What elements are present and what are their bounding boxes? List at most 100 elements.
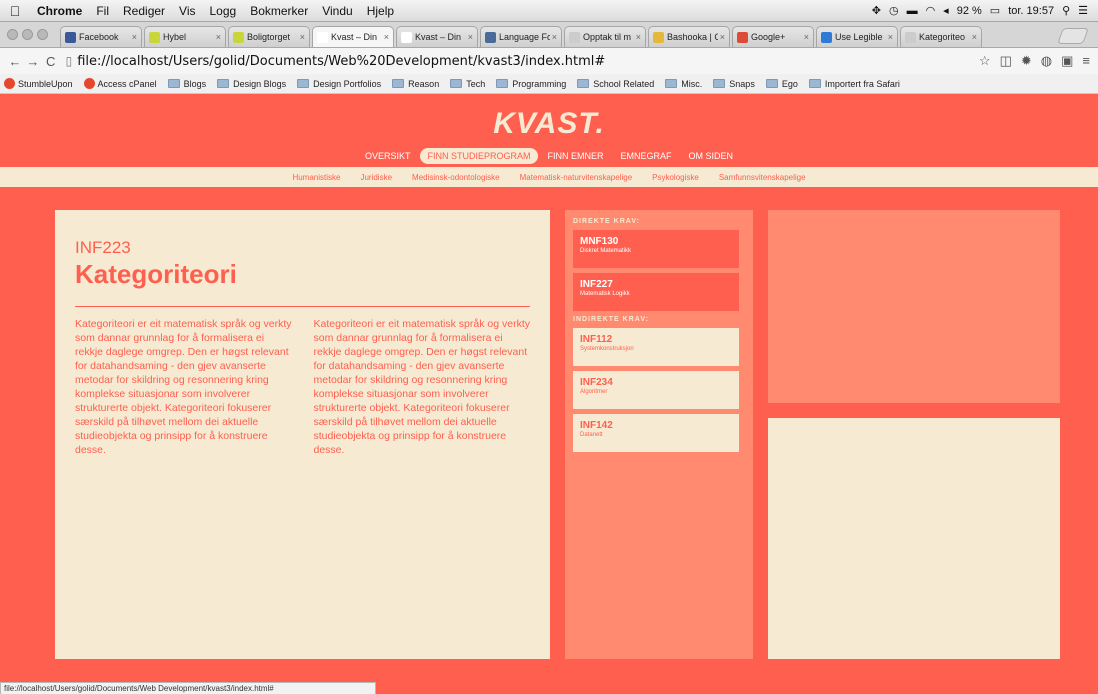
requirement-card[interactable]: INF142 Datanett — [573, 414, 739, 452]
folder-icon — [217, 79, 230, 88]
requirement-card[interactable]: INF234 Algoritmer — [573, 371, 739, 409]
bookmark-star-icon[interactable]: ☆ — [979, 53, 991, 69]
bookmark-item[interactable]: School Related — [577, 79, 654, 89]
folder-icon — [450, 79, 463, 88]
requirement-card[interactable]: INF112 Systemkonstruksjon — [573, 328, 739, 366]
nav-item[interactable]: EMNEGRAF — [614, 148, 679, 164]
subnav-item[interactable]: Samfunnsvitenskapelige — [719, 173, 806, 182]
menu-edit[interactable]: Rediger — [116, 4, 172, 18]
subnav-item[interactable]: Juridiske — [360, 173, 392, 182]
site-logo[interactable]: KVAST. — [0, 107, 1098, 141]
back-arrow-icon[interactable]: ← — [6, 54, 24, 69]
close-window-button[interactable] — [7, 29, 18, 40]
folder-icon — [665, 79, 678, 88]
browser-tab[interactable]: Kvast – Din × — [396, 26, 478, 47]
site-icon — [4, 78, 15, 89]
tab-close-icon[interactable]: × — [300, 32, 305, 42]
subnav-item[interactable]: Medisinsk-odontologiske — [412, 173, 500, 182]
toolbar-extensions: ☆ ◫ ✹ ◍ ▣ ≡ — [979, 53, 1098, 69]
browser-tab[interactable]: Facebook × — [60, 26, 142, 47]
nav-item[interactable]: FINN EMNER — [541, 148, 611, 164]
requirement-card[interactable]: MNF130 Diskret Matematikk — [573, 230, 739, 268]
browser-tab[interactable]: Boligtorget × — [228, 26, 310, 47]
clock[interactable]: tor. 19:57 — [1008, 5, 1054, 17]
bookmark-item[interactable]: StumbleUpon — [4, 78, 73, 89]
tab-close-icon[interactable]: × — [216, 32, 221, 42]
bookmark-item[interactable]: Access cPanel — [83, 78, 157, 89]
display-icon[interactable]: ▬ — [907, 5, 918, 17]
wifi-icon[interactable]: ◠ — [926, 4, 936, 17]
bookmark-item[interactable]: Design Blogs — [217, 79, 286, 89]
folder-icon — [392, 79, 405, 88]
tab-close-icon[interactable]: × — [888, 32, 893, 42]
notification-center-icon[interactable]: ☰ — [1078, 4, 1088, 17]
tab-close-icon[interactable]: × — [384, 32, 389, 42]
battery-percent[interactable]: 92 % — [957, 5, 982, 17]
image-extension-icon[interactable]: ▣ — [1061, 53, 1073, 69]
address-bar[interactable]: ▯ file://localhost/Users/golid/Documents… — [66, 51, 979, 71]
browser-tab[interactable]: Kategoriteo × — [900, 26, 982, 47]
subnav-item[interactable]: Matematisk-naturvitenskapelige — [520, 173, 633, 182]
tab-close-icon[interactable]: × — [132, 32, 137, 42]
nav-item[interactable]: OM SIDEN — [682, 148, 741, 164]
address-url: file://localhost/Users/golid/Documents/W… — [77, 53, 606, 69]
menu-history[interactable]: Logg — [203, 4, 244, 18]
tab-close-icon[interactable]: × — [804, 32, 809, 42]
forward-arrow-icon[interactable]: → — [24, 54, 42, 69]
bookmark-item[interactable]: Programming — [496, 79, 566, 89]
dropbox-icon[interactable]: ✥ — [872, 4, 881, 17]
browser-tab[interactable]: Language Fo × — [480, 26, 562, 47]
bookmark-label: Misc. — [681, 78, 703, 89]
bookmark-item[interactable]: Importert fra Safari — [808, 79, 900, 89]
menu-help[interactable]: Hjelp — [360, 4, 401, 18]
requirement-code: INF142 — [580, 420, 613, 431]
tab-close-icon[interactable]: × — [636, 32, 641, 42]
browser-tab[interactable]: Bashooka | C × — [648, 26, 730, 47]
bookmark-item[interactable]: Snaps — [713, 79, 755, 89]
menu-bookmarks[interactable]: Bokmerker — [243, 4, 315, 18]
subnav-item[interactable]: Humanistiske — [292, 173, 340, 182]
reload-icon[interactable]: C — [42, 54, 60, 69]
folder-icon — [297, 79, 310, 88]
requirement-title: Diskret Matematikk — [580, 248, 632, 254]
chrome-menu-icon[interactable]: ≡ — [1082, 53, 1090, 69]
browser-tab[interactable]: Google+ × — [732, 26, 814, 47]
tab-close-icon[interactable]: × — [720, 32, 725, 42]
new-tab-button[interactable] — [1057, 28, 1089, 44]
extension-icon[interactable]: ◍ — [1041, 53, 1052, 69]
subnav-item[interactable]: Psykologiske — [652, 173, 699, 182]
spotlight-icon[interactable]: ⚲ — [1062, 4, 1070, 17]
menu-view[interactable]: Vis — [172, 4, 202, 18]
bookmark-item[interactable]: Design Portfolios — [297, 79, 381, 89]
zoom-window-button[interactable] — [37, 29, 48, 40]
faculty-subnavigation: Humanistiske Juridiske Medisinsk-odontolog… — [0, 167, 1098, 187]
bookmark-item[interactable]: Misc. — [665, 79, 702, 89]
menu-app-name[interactable]: Chrome — [30, 4, 89, 18]
bookmark-item[interactable]: Ego — [765, 79, 798, 89]
menu-window[interactable]: Vindu — [315, 4, 359, 18]
browser-tab[interactable]: Hybel × — [144, 26, 226, 47]
tab-title: Kategoriteo — [919, 32, 966, 42]
volume-icon[interactable]: ◂ — [943, 4, 949, 17]
requirement-card[interactable]: INF227 Matematisk Logikk — [573, 273, 739, 311]
bookmark-item[interactable]: Tech — [450, 79, 485, 89]
tab-title: Boligtorget — [247, 32, 291, 42]
menu-file[interactable]: Fil — [89, 4, 116, 18]
nav-item[interactable]: FINN STUDIEPROGRAM — [420, 148, 538, 164]
tab-close-icon[interactable]: × — [468, 32, 473, 42]
minimize-window-button[interactable] — [22, 29, 33, 40]
gear-icon[interactable]: ✹ — [1021, 53, 1032, 69]
nav-item[interactable]: OVERSIKT — [358, 148, 418, 164]
browser-tab[interactable]: Use Legible × — [816, 26, 898, 47]
battery-icon[interactable]: ▭ — [990, 4, 1000, 17]
apple-icon[interactable]:  — [0, 3, 30, 19]
tab-favicon-icon — [149, 31, 160, 43]
bookmark-item[interactable]: Blogs — [167, 79, 206, 89]
browser-tab[interactable]: Kvast – Din × — [312, 26, 394, 47]
browser-tab[interactable]: Opptak til m × — [564, 26, 646, 47]
pocket-icon[interactable]: ◫ — [1000, 53, 1012, 69]
bookmark-item[interactable]: Reason — [392, 79, 439, 89]
tab-close-icon[interactable]: × — [552, 32, 557, 42]
time-machine-icon[interactable]: ◷ — [889, 4, 899, 17]
tab-close-icon[interactable]: × — [972, 32, 977, 42]
